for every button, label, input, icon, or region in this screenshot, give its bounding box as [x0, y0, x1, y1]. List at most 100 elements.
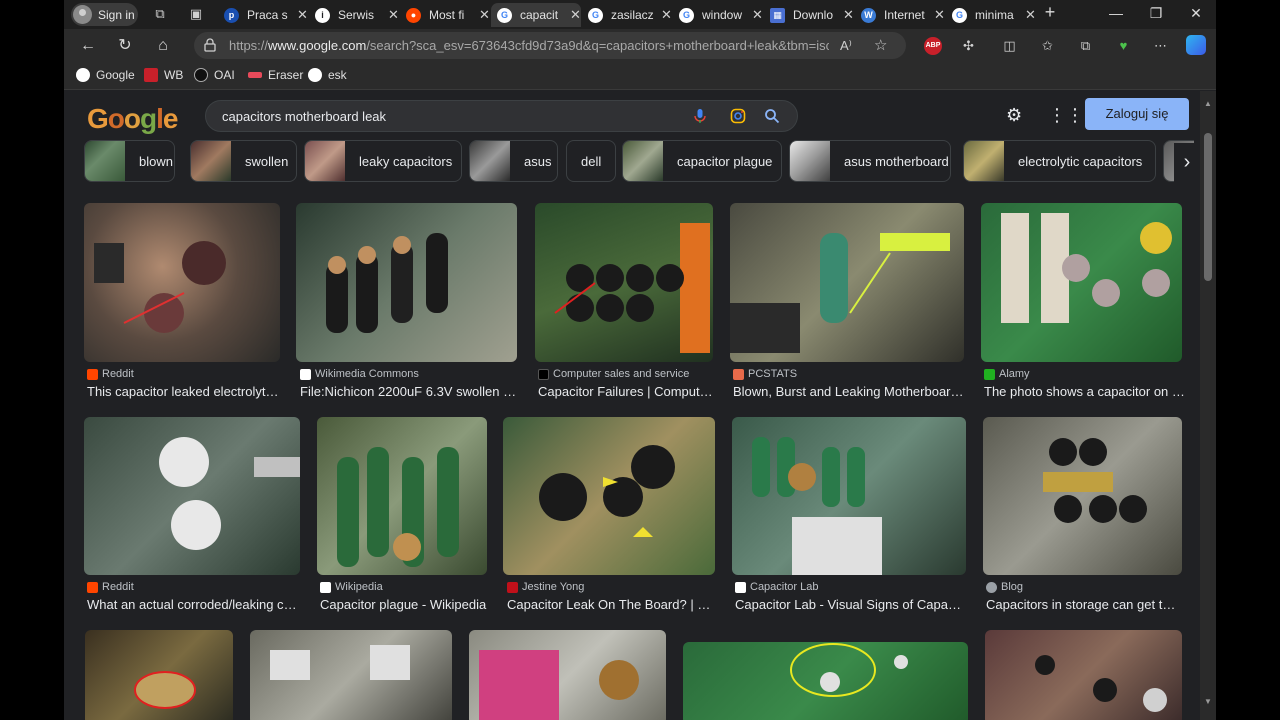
result-title[interactable]: File:Nichicon 2200uF 6.3V swollen le... — [300, 384, 517, 399]
chip-dell[interactable]: dell — [566, 140, 616, 182]
tab-minima[interactable]: G minima ✕ — [946, 3, 1036, 27]
result-title[interactable]: Capacitor plague - Wikipedia — [320, 597, 490, 612]
tab-download[interactable]: ▦ Downlo ✕ — [764, 3, 854, 27]
more-menu-icon[interactable]: ⋯ — [1152, 37, 1169, 54]
lens-camera-icon[interactable] — [730, 108, 746, 124]
bookmark-google[interactable]: Google — [76, 68, 135, 82]
chip-swollen[interactable]: swollen — [190, 140, 297, 182]
result-image-5[interactable] — [981, 203, 1182, 362]
new-tab-plus-icon[interactable]: + — [1040, 2, 1060, 23]
result-image-6[interactable] — [84, 417, 300, 575]
search-icon[interactable] — [764, 108, 780, 124]
result-image-4[interactable] — [730, 203, 964, 362]
apps-grid-icon[interactable]: ⋮⋮ — [1048, 105, 1084, 126]
reload-icon[interactable]: ↻ — [115, 36, 135, 56]
tab-capacitors-active[interactable]: G capacit ✕ — [491, 3, 581, 27]
bookmark-esk[interactable]: esk — [308, 68, 347, 82]
close-icon[interactable]: ✕ — [1025, 7, 1036, 23]
login-button[interactable]: Zaloguj się — [1085, 98, 1189, 130]
tab-zasilacz[interactable]: G zasilacz ✕ — [582, 3, 672, 27]
result-meta-2[interactable]: Wikimedia Commons File:Nichicon 2200uF 6… — [300, 367, 517, 399]
result-meta-6[interactable]: Reddit What an actual corroded/leaking c… — [87, 580, 300, 612]
result-image-15[interactable] — [985, 630, 1182, 720]
chip-asus-motherboard[interactable]: asus motherboard — [789, 140, 951, 182]
favorite-star-icon[interactable]: ☆ — [874, 36, 887, 54]
collections-icon[interactable]: ⧉ — [1077, 37, 1094, 54]
close-icon[interactable]: ✕ — [479, 7, 490, 23]
tab-serwis[interactable]: i Serwis ✕ — [309, 3, 399, 27]
result-meta-5[interactable]: Alamy The photo shows a capacitor on a..… — [984, 367, 1185, 399]
search-box[interactable]: capacitors motherboard leak — [205, 100, 798, 132]
tab-praca[interactable]: p Praca s ✕ — [218, 3, 308, 27]
bookmark-wb[interactable]: WB — [144, 68, 183, 82]
chip-asus[interactable]: asus — [469, 140, 558, 182]
settings-gear-icon[interactable]: ⚙ — [1006, 105, 1022, 126]
result-image-8[interactable] — [503, 417, 715, 575]
result-image-2[interactable] — [296, 203, 517, 362]
tab-actions-icon[interactable]: ▣ — [188, 6, 204, 22]
page-scrollbar[interactable]: ▲ ▼ — [1200, 91, 1216, 720]
close-icon[interactable]: ✕ — [934, 7, 945, 23]
result-meta-4[interactable]: PCSTATS Blown, Burst and Leaking Motherb… — [733, 367, 964, 399]
adblock-plus-icon[interactable]: ABP — [924, 37, 942, 55]
chevron-right-icon[interactable]: › — [1174, 143, 1199, 183]
result-title[interactable]: Blown, Burst and Leaking Motherboard ... — [733, 384, 964, 399]
close-icon[interactable]: ✕ — [661, 7, 672, 23]
chip-capacitor-plague[interactable]: capacitor plague — [622, 140, 782, 182]
chip-leaky-capacitors[interactable]: leaky capacitors — [304, 140, 462, 182]
result-image-14[interactable] — [683, 642, 968, 720]
result-image-10[interactable] — [983, 417, 1182, 575]
tab-internet[interactable]: W Internet ✕ — [855, 3, 945, 27]
browser-essentials-icon[interactable]: ♥ — [1115, 37, 1132, 54]
restore-icon[interactable]: ❐ — [1146, 5, 1166, 22]
result-meta-1[interactable]: Reddit This capacitor leaked electrolyte… — [87, 367, 283, 399]
workspaces-icon[interactable]: ⧉ — [152, 6, 168, 22]
result-title[interactable]: Capacitor Lab - Visual Signs of Capacit.… — [735, 597, 966, 612]
google-logo[interactable]: Google — [87, 103, 178, 135]
result-meta-7[interactable]: Wikipedia Capacitor plague - Wikipedia — [320, 580, 490, 612]
favorites-icon[interactable]: ✩ — [1039, 37, 1056, 54]
result-image-3[interactable] — [535, 203, 713, 362]
split-screen-icon[interactable]: ◫ — [1001, 37, 1018, 54]
minimize-icon[interactable]: — — [1106, 5, 1126, 21]
result-meta-3[interactable]: Computer sales and service Capacitor Fai… — [538, 367, 716, 399]
search-query[interactable]: capacitors motherboard leak — [222, 109, 386, 124]
voice-search-mic-icon[interactable] — [692, 108, 708, 124]
bookmark-oai[interactable]: OAI — [194, 68, 235, 82]
close-icon[interactable]: ✕ — [752, 7, 763, 23]
result-title[interactable]: This capacitor leaked electrolyte... — [87, 384, 283, 399]
close-icon[interactable]: ✕ — [570, 7, 581, 23]
chip-electrolytic-capacitors[interactable]: electrolytic capacitors — [963, 140, 1156, 182]
tab-reddit[interactable]: ● Most fi ✕ — [400, 3, 490, 27]
result-image-12[interactable] — [250, 630, 452, 720]
home-icon[interactable]: ⌂ — [153, 36, 173, 56]
close-icon[interactable]: ✕ — [843, 7, 854, 23]
window-close-icon[interactable]: ✕ — [1186, 5, 1206, 22]
result-image-1[interactable] — [84, 203, 280, 362]
result-title[interactable]: Capacitor Leak On The Board? | Ele... — [507, 597, 715, 612]
result-title[interactable]: Capacitor Failures | Computer... — [538, 384, 716, 399]
lock-icon[interactable] — [204, 38, 216, 52]
result-image-7[interactable] — [317, 417, 487, 575]
result-title[interactable]: What an actual corroded/leaking ca... — [87, 597, 300, 612]
read-aloud-icon[interactable]: A⁾ — [840, 38, 852, 54]
extensions-puzzle-icon[interactable]: ✣ — [960, 37, 977, 54]
back-arrow-icon[interactable]: ← — [78, 36, 98, 56]
close-icon[interactable]: ✕ — [297, 7, 308, 23]
result-image-9[interactable] — [732, 417, 966, 575]
result-meta-8[interactable]: Jestine Yong Capacitor Leak On The Board… — [507, 580, 715, 612]
result-image-13[interactable] — [469, 630, 666, 720]
address-bar[interactable]: https://www.google.com/search?sca_esv=67… — [194, 32, 906, 59]
scrollbar-thumb[interactable] — [1204, 133, 1212, 281]
result-image-11[interactable] — [85, 630, 233, 720]
result-title[interactable]: The photo shows a capacitor on a... — [984, 384, 1185, 399]
tab-windows[interactable]: G window ✕ — [673, 3, 763, 27]
result-title[interactable]: Capacitors in storage can get the ... — [986, 597, 1182, 612]
result-meta-10[interactable]: Blog Capacitors in storage can get the .… — [986, 580, 1182, 612]
scroll-up-arrow-icon[interactable]: ▲ — [1204, 99, 1212, 108]
copilot-icon[interactable] — [1186, 35, 1206, 55]
bookmark-eraser[interactable]: Eraser — [248, 68, 303, 82]
profile-sign-in-button[interactable]: Sign in — [71, 3, 138, 26]
scroll-down-arrow-icon[interactable]: ▼ — [1204, 697, 1212, 706]
close-icon[interactable]: ✕ — [388, 7, 399, 23]
